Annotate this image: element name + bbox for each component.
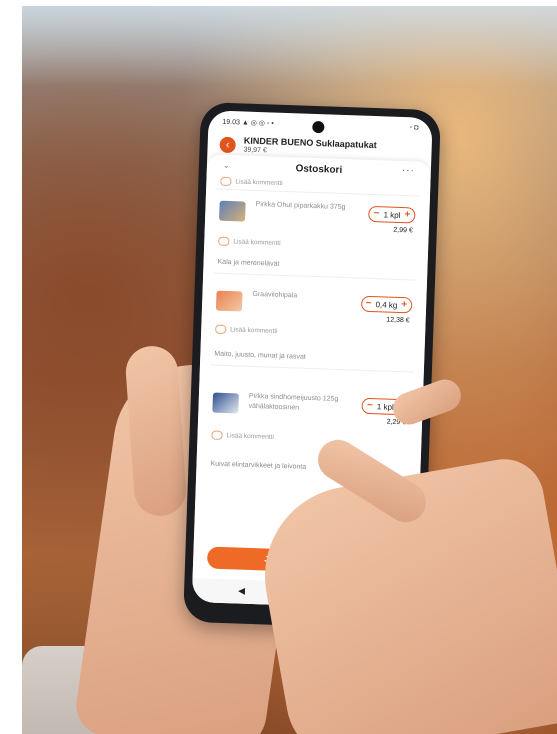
category-heading: Kala ja merenelävät [217, 258, 280, 268]
more-options-button[interactable]: ··· [402, 165, 415, 176]
product-image [215, 290, 243, 312]
status-icons: ◦ ◘ [409, 124, 419, 132]
add-comment-label: Lisää kommentti [230, 326, 278, 335]
status-time: 19.03 ▲ ◎ ◎ ◦ • [222, 118, 274, 128]
window-glow [22, 6, 557, 86]
item-price: 2,99 € [393, 226, 413, 235]
product-image [212, 392, 239, 414]
speech-bubble-icon [220, 176, 232, 187]
speech-bubble-icon [211, 430, 223, 440]
nav-back-icon[interactable]: ◀ [238, 586, 245, 597]
speech-bubble-icon [218, 236, 230, 247]
photo-background: 19.03 ▲ ◎ ◎ ◦ • ◦ ◘ ‹ KINDER BUENO Sukla… [22, 6, 557, 734]
plus-icon[interactable]: + [401, 299, 407, 310]
add-comment-label: Lisää kommentti [226, 432, 274, 441]
product-price: 39,97 € [243, 146, 267, 155]
plus-icon[interactable]: + [404, 209, 410, 220]
speech-bubble-icon [215, 324, 227, 334]
product-name: Graavilohipala [252, 290, 298, 300]
add-comment-link[interactable]: Lisää kommentti [220, 176, 283, 188]
quantity-stepper[interactable]: − 1 kpl + [368, 205, 416, 224]
quantity-value: 0,4 kg [375, 299, 398, 310]
back-button[interactable]: ‹ [219, 136, 236, 154]
cart-item: Graavilohipala − 0,4 kg + 12,38 € [211, 284, 417, 351]
minus-icon[interactable]: − [367, 400, 373, 411]
sheet-title: Ostoskori [295, 163, 343, 176]
minus-icon[interactable]: − [366, 298, 372, 309]
add-comment-label: Lisää kommentti [235, 178, 283, 188]
quantity-value: 1 kpl [376, 401, 394, 412]
cart-item: Pirkka Ohut piparkakku 375g − 1 kpl + 2,… [214, 195, 420, 262]
quantity-stepper[interactable]: − 0,4 kg + [360, 295, 413, 314]
add-comment-label: Lisää kommentti [233, 238, 281, 248]
item-price: 12,38 € [386, 316, 410, 325]
category-heading: Kuivat elintarvikkeet ja leivonta [210, 460, 307, 471]
category-heading: Maito, juusto, munat ja rasvat [214, 350, 306, 361]
product-name: Pirkka Ohut piparkakku 375g [255, 200, 346, 212]
product-image [219, 200, 246, 222]
divider [209, 364, 414, 373]
minus-icon[interactable]: − [374, 208, 380, 219]
divider [213, 272, 418, 281]
quantity-value: 1 kpl [383, 209, 401, 220]
chevron-left-icon: ‹ [225, 138, 230, 151]
product-name: Pirkka sindhomeijuusto 125g vähälaktoosi… [248, 392, 339, 412]
cart-item: Pirkka sindhomeijuusto 125g vähälaktoosi… [207, 386, 413, 453]
